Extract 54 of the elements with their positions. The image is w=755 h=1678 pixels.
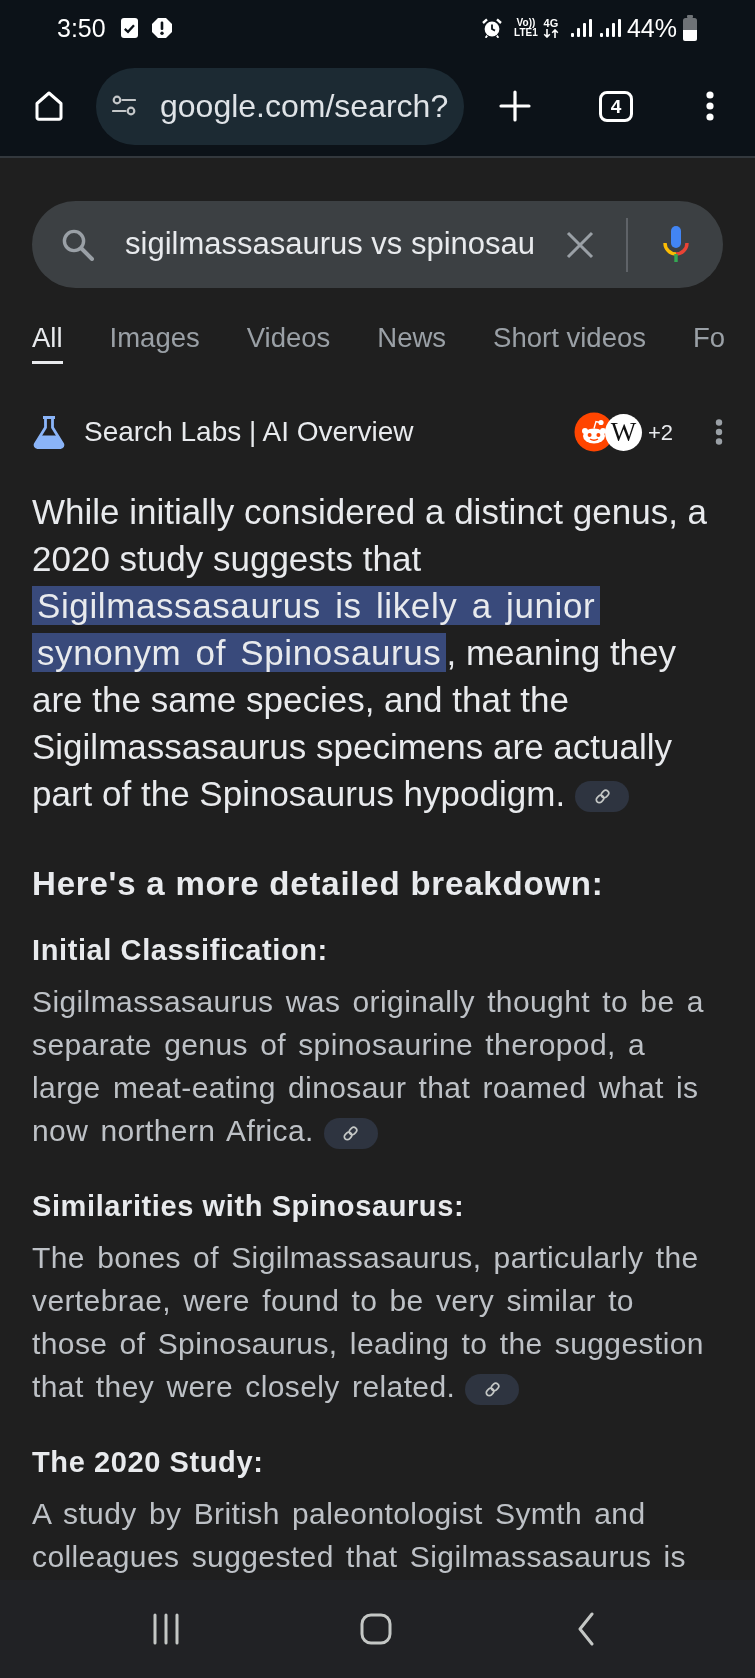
back-chevron-icon (577, 1612, 595, 1646)
search-input[interactable]: sigilmassasaurus vs spinosau (125, 221, 549, 268)
alert-icon (151, 18, 172, 38)
close-icon (566, 230, 594, 259)
search-tab[interactable]: Fo (693, 323, 726, 364)
overview-paragraph: While initially considered a distinct genus, a 2020 study suggests that Sigilmassasaurus is likely a junior synonym of Spinosaurus, meaning they are the same species, and that the Sigilmassasaurus specimens are actually part of the Spinosaurus hypodigm. (32, 491, 709, 815)
battery-percentage: 44% (626, 15, 677, 41)
more-options-button[interactable] (715, 419, 723, 445)
search-tab[interactable]: Videos (246, 323, 331, 364)
link-icon (593, 788, 611, 806)
link-icon (483, 1380, 501, 1398)
signal-icon (599, 19, 621, 37)
section-heading: Similarities with Spinosaurus: (32, 1189, 466, 1224)
tab-switcher-button[interactable]: 4 (599, 90, 633, 122)
section-text: A study by British paleontologist Symth and colleagues suggested that Sigilmassasaurus is (32, 1496, 688, 1575)
site-settings-icon (112, 95, 136, 117)
kebab-menu-icon (706, 91, 714, 121)
search-tab[interactable]: All (32, 323, 63, 364)
voice-search-button[interactable] (662, 224, 690, 265)
address-bar[interactable]: google.com/search? (96, 67, 464, 145)
search-icon (61, 228, 94, 261)
signal-icon (570, 19, 592, 37)
alarm-clock-icon (481, 18, 502, 38)
kebab-menu-icon (715, 419, 723, 445)
ai-overview-title: Search Labs | AI Overview (84, 415, 414, 449)
search-tab[interactable]: Short videos (493, 323, 646, 364)
section-heading: The 2020 Study: (32, 1445, 265, 1480)
flask-icon (32, 415, 66, 449)
source-link-button[interactable] (575, 781, 630, 813)
source-count: +2 (647, 418, 673, 447)
recents-icon (152, 1613, 180, 1645)
search-field[interactable]: sigilmassasaurus vs spinosau (32, 201, 723, 288)
volte-label: Vo)) LTE1 (513, 18, 539, 38)
microphone-icon (662, 224, 690, 265)
letter-logo: W (604, 413, 642, 451)
home-square-icon (360, 1613, 392, 1645)
clock-time: 3:50 (57, 15, 106, 41)
clear-button[interactable] (566, 230, 594, 259)
plus-icon (499, 90, 531, 122)
data-arrows-icon (542, 29, 559, 38)
checkbox-notification-icon (120, 18, 138, 38)
source-link-button[interactable] (465, 1373, 520, 1405)
section-heading: Initial Classification: (32, 933, 329, 968)
section-text: The bones of Sigilmassasaurus, particularly the vertebrae, were found to be very similar to those of Spinosaurus, leading to the suggestion that they were closely related. (32, 1240, 705, 1407)
network-type-label: 4G (543, 18, 559, 29)
breakdown-heading: Here's a more detailed breakdown: (32, 864, 605, 904)
new-tab-button[interactable] (499, 90, 531, 122)
battery-icon (683, 15, 697, 41)
section-text: Sigilmassasaurus was originally thought to be a separate genus of spinosaurine theropod, a large meat-eating dinosaur that roamed what is now northern Africa. (32, 984, 705, 1151)
source-link-button[interactable] (323, 1117, 378, 1149)
link-icon (342, 1124, 360, 1142)
menu-button[interactable] (706, 91, 714, 121)
search-tab[interactable]: Images (109, 323, 200, 364)
search-tab[interactable]: News (377, 323, 447, 364)
